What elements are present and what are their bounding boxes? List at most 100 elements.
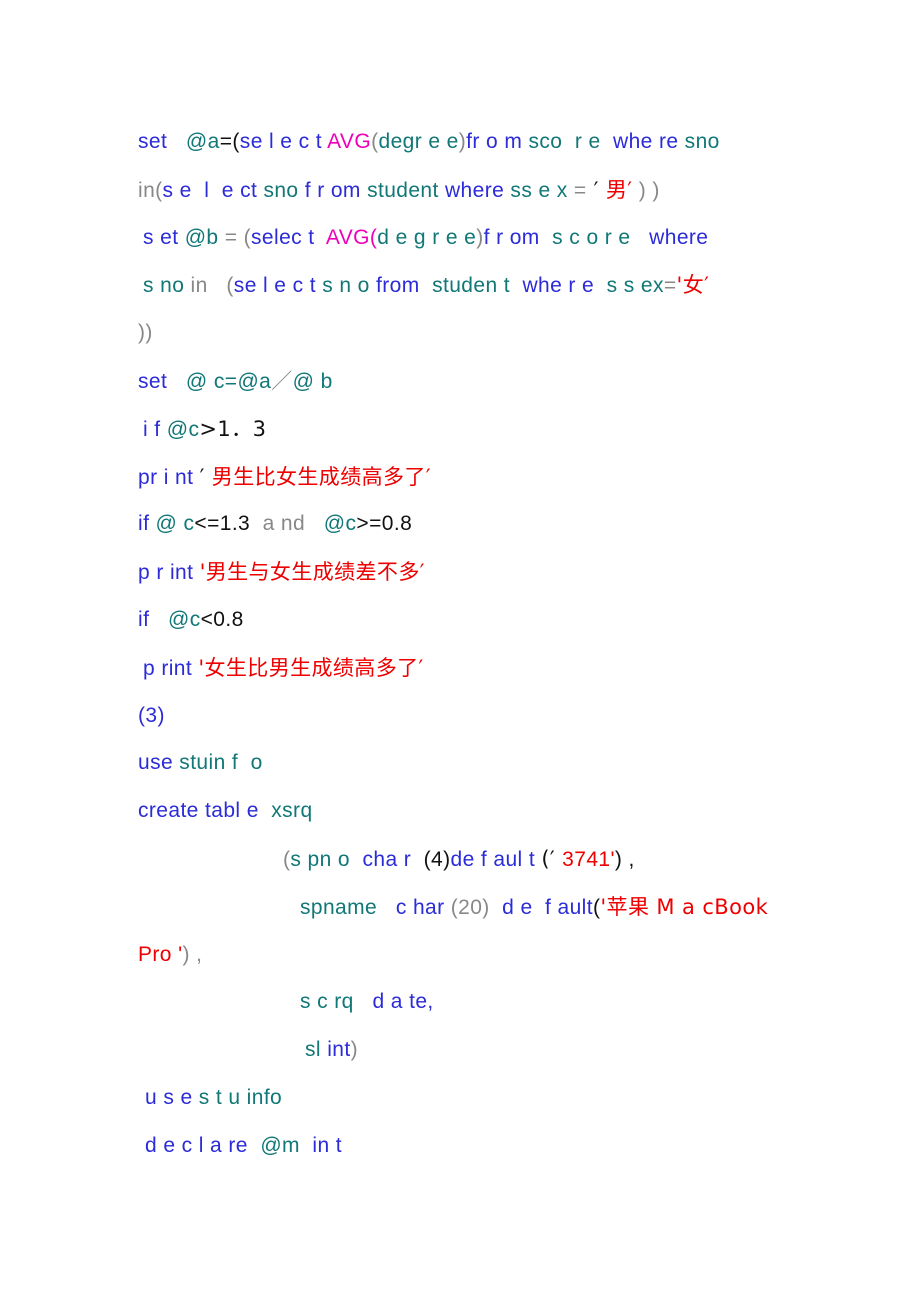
code-segment: Pro ' <box>138 942 183 966</box>
code-segment: use <box>138 751 180 775</box>
code-segment: s et <box>143 225 185 249</box>
code-segment: se l e c t <box>239 130 328 153</box>
code-line: Pro ') , <box>138 931 202 979</box>
code-segment: s s ex <box>600 274 664 298</box>
code-segment: @m <box>254 1133 307 1157</box>
code-line: s c rq d a te, <box>300 978 434 1026</box>
code-segment: c har <box>377 895 451 919</box>
code-segment: ) <box>476 225 484 249</box>
code-segment: 男生比女生成绩高多了′ <box>204 464 431 489</box>
code-line: u s e s t u info <box>145 1074 282 1122</box>
code-segment: sco r e <box>528 130 601 153</box>
code-segment: studen t <box>419 274 510 298</box>
code-segment: '苹果 M a cBook <box>600 894 769 919</box>
code-segment: u s e <box>145 1086 193 1109</box>
code-segment: d e f ault <box>489 895 593 919</box>
code-segment: s c rq <box>300 990 354 1014</box>
code-line: sl int) <box>305 1026 358 1074</box>
code-segment: ／ <box>271 369 293 393</box>
code-segment: p rint <box>143 656 199 680</box>
code-line: pr i nt ′ 男生比女生成绩高多了′ <box>138 453 431 501</box>
code-segment: )) <box>138 321 153 345</box>
code-segment: @ c=@a <box>185 370 272 393</box>
code-segment: i f <box>143 417 167 441</box>
code-segment: '女′ <box>676 273 710 298</box>
code-line: if @c<0.8 <box>138 596 244 644</box>
code-segment: @ c <box>155 512 195 536</box>
code-line: use stuin f o <box>138 739 263 787</box>
code-segment: = <box>573 178 587 202</box>
code-segment: int <box>327 1038 351 1062</box>
code-segment: from <box>376 274 420 298</box>
code-line: (s pn o cha r (4)de f aul t (′ 3741') , <box>283 835 635 883</box>
code-segment: '女生比男生成绩高多了′ <box>198 655 424 680</box>
code-segment: create tabl e <box>138 799 266 823</box>
code-segment: xsrq <box>265 799 313 823</box>
document-page: set @a=(se l e c t AVG(degr e e)fr o m s… <box>0 0 920 1302</box>
code-segment: de f aul t <box>450 848 542 871</box>
code-segment: s n o <box>322 274 376 298</box>
code-segment: fr o m <box>466 130 529 153</box>
code-line: create tabl e xsrq <box>138 787 313 835</box>
code-line: i f @c>1．3 <box>143 405 266 453</box>
code-segment: spname <box>300 895 378 919</box>
code-segment: pr i nt <box>138 465 200 489</box>
code-segment: s t u info <box>192 1086 283 1109</box>
code-segment: AVG <box>325 225 370 249</box>
code-line: (3) <box>138 692 165 740</box>
code-segment: cha r <box>356 848 418 871</box>
code-segment: =( <box>219 130 240 153</box>
code-segment: f r om <box>483 225 540 249</box>
code-segment: selec t <box>251 225 326 249</box>
code-segment: sno <box>263 178 305 202</box>
code-segment: = ( <box>224 225 252 249</box>
code-segment: >=0.8 <box>356 512 413 536</box>
code-line: )) <box>138 309 153 357</box>
code-segment: ( <box>207 274 234 298</box>
code-segment: (3) <box>138 703 165 727</box>
code-segment: >1．3 <box>199 416 267 441</box>
code-line: spname c har (20) d e f ault('苹果 M a cBo… <box>300 883 768 931</box>
code-segment: @c <box>168 608 201 631</box>
code-segment: in( <box>138 178 163 202</box>
code-segment: f r om <box>304 178 368 202</box>
code-segment: (20) <box>450 895 490 919</box>
code-segment: sl <box>305 1038 328 1062</box>
code-segment: s pn o <box>290 848 357 871</box>
code-segment: ) ) <box>632 178 660 202</box>
code-segment: d e c l a re <box>145 1133 255 1157</box>
code-segment: @a <box>185 130 220 153</box>
code-segment: s c o r e <box>539 225 631 249</box>
code-segment: 男′ <box>605 177 633 202</box>
code-segment: in t <box>306 1133 343 1157</box>
code-segment: sno <box>684 130 720 153</box>
code-segment: @c <box>166 417 200 441</box>
code-line: in(s e l e ct sno f r om student where s… <box>138 166 660 214</box>
code-segment: in <box>190 274 208 298</box>
code-segment: set <box>138 370 186 393</box>
code-segment: s e l e ct <box>162 178 264 202</box>
code-line: if @ c<=1.3 a nd @c>=0.8 <box>138 500 412 548</box>
code-segment: '男生与女生成绩差不多′ <box>199 560 425 585</box>
code-segment: @c <box>311 512 357 536</box>
code-segment: if <box>138 608 169 631</box>
code-line: d e c l a re @m in t <box>145 1122 342 1170</box>
code-segment: = <box>663 274 677 298</box>
code-segment: (′ <box>541 847 563 871</box>
code-segment: ) , <box>182 942 203 966</box>
code-segment: 3741' <box>562 848 615 871</box>
code-segment: whe re <box>600 130 685 153</box>
code-segment: @b <box>184 225 225 249</box>
code-segment: @ b <box>292 370 333 393</box>
code-line: s no in (se l e c t s n o from studen t … <box>143 261 709 309</box>
code-segment: p r int <box>138 561 200 585</box>
code-segment: se l e c t <box>233 274 323 298</box>
code-segment: if <box>138 512 156 536</box>
code-segment: (4) <box>417 848 451 871</box>
code-segment: degr e e <box>378 130 459 153</box>
code-segment: ) <box>350 1038 358 1062</box>
code-segment: AVG <box>327 130 372 153</box>
code-line: set @ c=@a／@ b <box>138 357 333 405</box>
code-line: set @a=(se l e c t AVG(degr e e)fr o m s… <box>138 118 720 166</box>
code-segment: <=1.3 <box>194 512 251 536</box>
